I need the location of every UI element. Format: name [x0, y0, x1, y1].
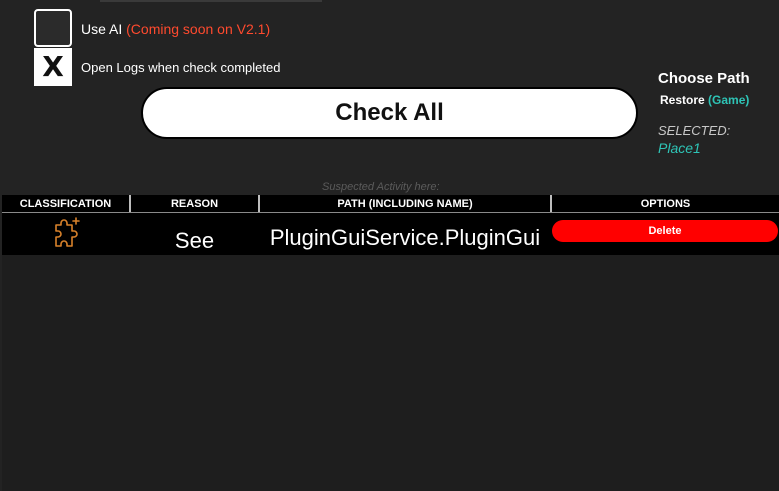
checkbox-x-mark: X: [42, 50, 64, 83]
delete-button[interactable]: Delete: [552, 220, 778, 242]
suspected-activity-caption: Suspected Activity here:: [322, 181, 440, 193]
table-row: See PluginGuiService.PluginGui Delete: [2, 213, 779, 255]
use-ai-checkbox[interactable]: [34, 9, 72, 47]
restore-target: (Game): [708, 93, 750, 107]
use-ai-coming-soon-note: (Coming soon on V2.1): [126, 21, 271, 37]
open-logs-checkbox[interactable]: X: [34, 48, 72, 86]
reason-cell[interactable]: See: [132, 228, 257, 254]
path-cell: PluginGuiService.PluginGui: [269, 225, 541, 250]
column-header-path: PATH (INCLUDING NAME): [337, 198, 473, 210]
column-header-classification: CLASSIFICATION: [19, 198, 112, 210]
restore-label: Restore: [660, 93, 705, 107]
column-header-options: OPTIONS: [640, 198, 691, 210]
open-logs-label: Open Logs when check completed: [81, 60, 281, 75]
results-panel[interactable]: CLASSIFICATION REASON PATH (INCLUDING NA…: [2, 195, 779, 491]
column-header-reason: REASON: [170, 198, 219, 210]
use-ai-label: Use AI: [81, 21, 123, 37]
check-all-button[interactable]: Check All: [141, 87, 638, 139]
plugin-puzzle-icon: [55, 217, 80, 247]
use-ai-label-row: Use AI (Coming soon on V2.1): [81, 21, 270, 37]
selected-path-value: Place1: [658, 140, 701, 156]
classification-cell: [2, 213, 130, 255]
restore-button[interactable]: Restore (Game): [660, 93, 749, 107]
selected-label: SELECTED:: [658, 123, 731, 138]
choose-path-title: Choose Path: [658, 70, 750, 87]
table-header: CLASSIFICATION REASON PATH (INCLUDING NA…: [2, 195, 779, 213]
top-divider: [100, 0, 322, 2]
